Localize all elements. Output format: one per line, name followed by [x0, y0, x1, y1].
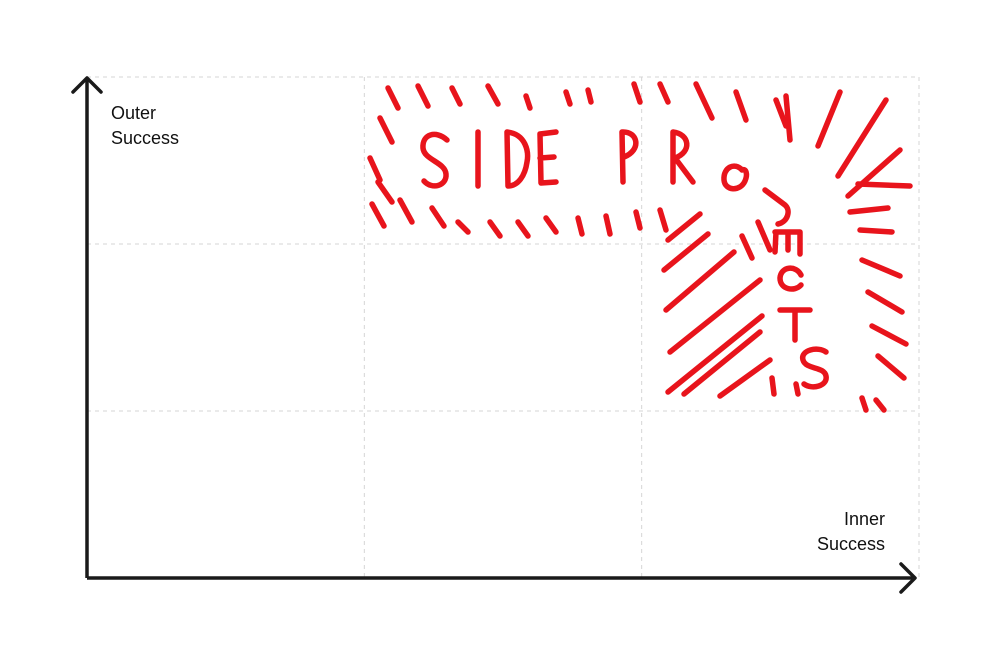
letter-c [777, 265, 804, 292]
letter-p [619, 129, 639, 185]
hatch-mark [487, 219, 503, 239]
hatch-mark [755, 219, 773, 253]
hatch-mark [857, 227, 895, 235]
hatch-mark [657, 81, 671, 105]
hatch-mark [633, 209, 643, 231]
letter-e [537, 129, 559, 186]
hatch-mark [865, 289, 905, 315]
hatch-mark [873, 397, 887, 413]
hatch-mark [855, 181, 913, 189]
hatch-mark [377, 115, 395, 145]
hatch-mark [563, 89, 573, 107]
hatch-mark [665, 313, 765, 395]
letter-o [721, 163, 750, 192]
hatch-mark [375, 179, 395, 205]
axes [71, 76, 917, 594]
letter-s-2 [800, 346, 829, 390]
hatch-mark [485, 83, 501, 107]
hatch-mark [397, 197, 415, 225]
hatch-mark [603, 213, 613, 237]
hatch-mark [415, 83, 431, 109]
hatch-mark [835, 97, 889, 179]
letter-r [670, 129, 696, 185]
hatch-mark [693, 81, 715, 121]
letter-j [762, 187, 791, 227]
hatch-mark [369, 201, 387, 229]
hatch-mark [859, 257, 903, 279]
hatch-mark [385, 85, 401, 111]
hatch-mark [859, 395, 869, 413]
hatch-mark [665, 211, 703, 243]
hatch-mark [367, 155, 383, 183]
hatch-mark [515, 219, 531, 239]
hatch-mark [845, 147, 903, 199]
hatch-mark [769, 375, 777, 397]
hatch-mark [429, 205, 447, 229]
y-axis-label: Outer Success [111, 103, 180, 148]
letter-e-2 [772, 229, 803, 257]
hatch-mark [717, 357, 773, 399]
hatch-mark [815, 89, 843, 149]
hatch-mark [733, 89, 749, 123]
hatch-mark [793, 381, 801, 397]
hatch-mark [783, 93, 793, 143]
hatch-mark [657, 207, 669, 233]
side-projects-annotation [367, 81, 913, 413]
hatch-mark [585, 87, 594, 105]
hatch-mark [847, 205, 891, 215]
x-axis-label: Inner Success [816, 509, 885, 554]
hatch-mark [869, 323, 909, 347]
hatch-mark [631, 81, 643, 105]
hatch-mark [449, 85, 463, 107]
letter-s-1 [420, 131, 450, 189]
letter-d [504, 129, 531, 189]
hatch-mark [739, 233, 755, 261]
hatch-mark [543, 215, 559, 235]
side-projects-lettering [420, 129, 829, 390]
hatch-mark [575, 215, 585, 237]
hatch-mark [523, 93, 533, 111]
letter-t [777, 307, 813, 343]
hatch-mark [455, 219, 471, 235]
hatch-mark [875, 353, 907, 381]
hatch-mark [681, 329, 763, 397]
